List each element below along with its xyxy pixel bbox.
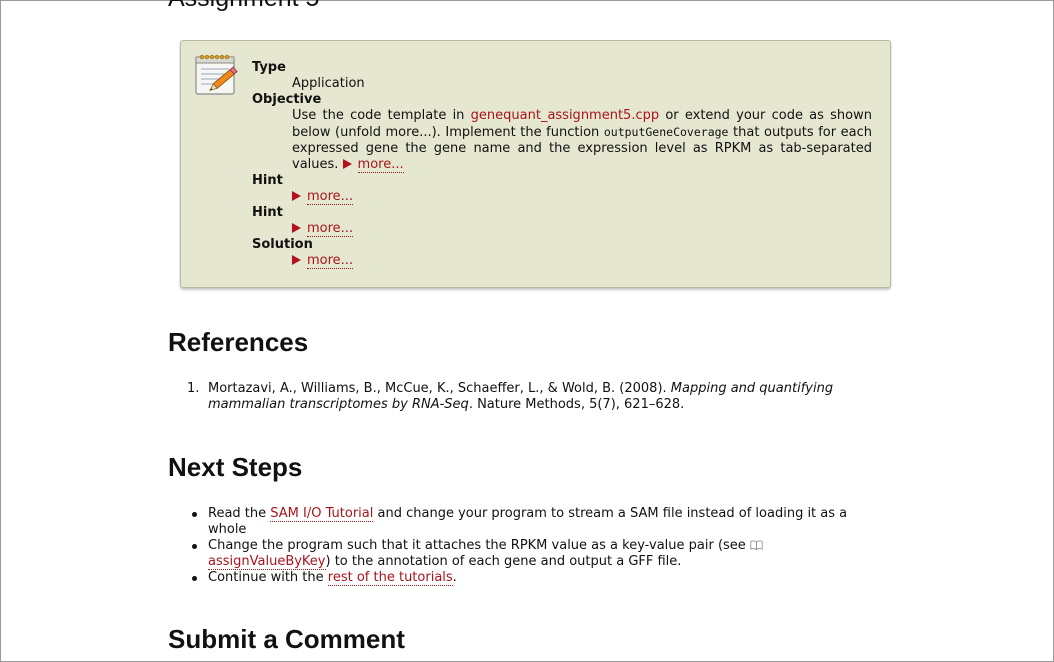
triangle-right-icon [292, 191, 301, 201]
notepad-pencil-icon [195, 54, 238, 95]
hint-2-content: more... [292, 221, 872, 237]
solution-content: more... [292, 253, 872, 269]
bullet-icon [192, 576, 197, 581]
hint-1-more-label: more... [307, 189, 354, 205]
type-value: Application [292, 76, 365, 91]
next-steps-heading: Next Steps [168, 452, 303, 482]
hint-1-label: Hint [252, 173, 283, 188]
bullet-icon [192, 544, 197, 549]
reference-source: . Nature Methods, 5(7), 621–628. [468, 397, 685, 412]
solution-label: Solution [252, 237, 313, 252]
step-3-text-start: Continue with the [208, 570, 328, 585]
step-1-text-start: Read the [208, 506, 271, 521]
type-label: Type [252, 60, 286, 75]
solution-more-label: more... [307, 253, 354, 269]
hint-1-content: more... [292, 189, 872, 205]
references-list: 1. Mortazavi, A., Williams, B., McCue, K… [187, 381, 877, 413]
objective-label: Objective [252, 92, 322, 107]
submit-comment-heading: Submit a Comment [168, 624, 405, 654]
objective-text: Use the code template in genequant_assig… [292, 108, 872, 173]
reference-item: 1. Mortazavi, A., Williams, B., McCue, K… [187, 381, 877, 413]
bullet-icon [192, 512, 197, 517]
references-heading: References [168, 327, 309, 357]
solution-more-toggle[interactable]: more... [292, 253, 354, 269]
triangle-right-icon [292, 255, 301, 265]
reference-number: 1. [187, 381, 200, 396]
triangle-right-icon [292, 223, 301, 233]
objective-more-label: more... [357, 157, 404, 173]
triangle-right-icon [342, 159, 352, 169]
objective-text-start: Use the code template in [292, 108, 471, 123]
page-title: Assignment 5 [168, 0, 319, 13]
objective-more-toggle[interactable]: more... [342, 157, 404, 173]
step-2-text-start: Change the program such that it attaches… [208, 538, 750, 553]
next-step-item: Continue with the rest of the tutorials. [192, 570, 882, 586]
assignment-details: Type Application Objective Use the code … [252, 60, 872, 269]
hint-2-more-toggle[interactable]: more... [292, 221, 354, 237]
next-steps-list: Read the SAM I/O Tutorial and change you… [192, 506, 882, 586]
function-name-code: outputGeneCoverage [603, 125, 729, 139]
template-file-link[interactable]: genequant_assignment5.cpp [471, 108, 659, 123]
hint-2-label: Hint [252, 205, 283, 220]
sam-io-tutorial-link[interactable]: SAM I/O Tutorial [270, 506, 374, 522]
next-step-item: Change the program such that it attaches… [192, 538, 882, 570]
reference-authors: Mortazavi, A., Williams, B., McCue, K., … [208, 381, 671, 396]
reference-text: Mortazavi, A., Williams, B., McCue, K., … [208, 381, 877, 413]
step-2-text-end: ) to the annotation of each gene and out… [325, 554, 682, 569]
step-3-text-end: . [452, 570, 457, 585]
next-step-item: Read the SAM I/O Tutorial and change you… [192, 506, 882, 538]
book-icon [750, 540, 763, 550]
rest-of-tutorials-link[interactable]: rest of the tutorials [327, 570, 453, 586]
hint-2-more-label: more... [307, 221, 354, 237]
assign-value-by-key-label: assignValueByKey [208, 554, 326, 570]
hint-1-more-toggle[interactable]: more... [292, 189, 354, 205]
